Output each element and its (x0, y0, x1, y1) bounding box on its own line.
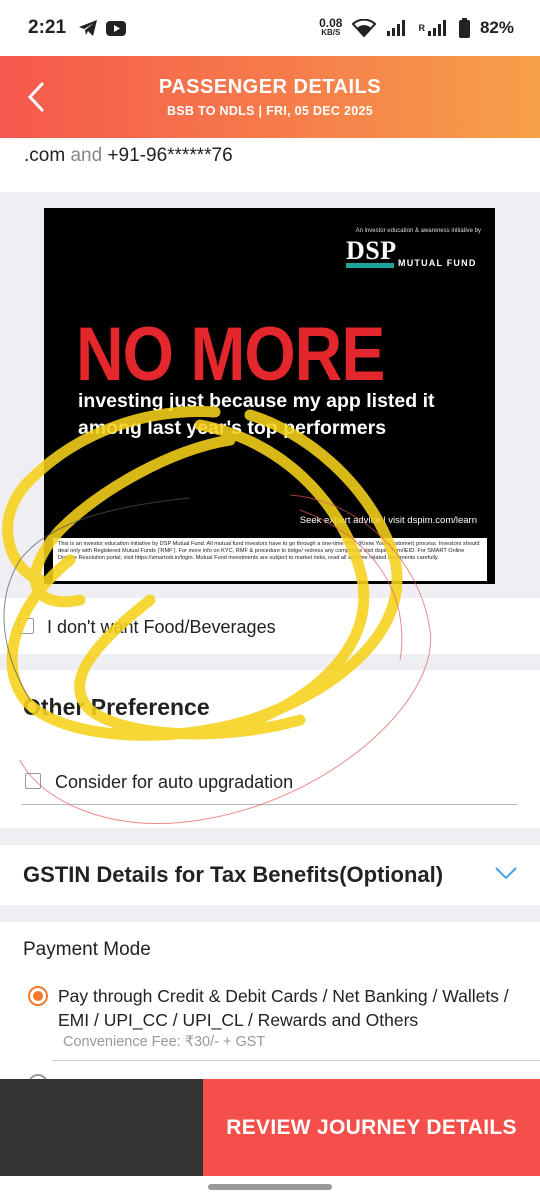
contact-line: .com and +91-96******76 (24, 145, 233, 167)
notification-icons (78, 19, 127, 37)
dsp-logo-sub: MUTUAL FUND (398, 258, 477, 268)
youtube-icon (106, 20, 127, 36)
email-suffix: .com (24, 145, 66, 166)
other-preference-card: Other Preference Consider for auto upgra… (0, 670, 540, 828)
bottom-action-bar: REVIEW JOURNEY DETAILS (0, 1079, 540, 1176)
net-speed-unit: KB/S (321, 28, 341, 37)
payment-option-radio[interactable] (28, 986, 48, 1006)
gesture-nav-bar (0, 1176, 540, 1200)
auto-upgrade-checkbox[interactable] (25, 773, 41, 789)
status-indicators: 0.08 KB/S R 82% (319, 0, 514, 56)
food-checkbox[interactable] (18, 618, 34, 634)
roaming-indicator: R (418, 23, 425, 33)
home-indicator[interactable] (208, 1184, 332, 1190)
app-header: PASSENGER DETAILS BSB TO NDLS | FRI, 05 … (0, 56, 540, 138)
telegram-icon (79, 20, 98, 36)
status-time: 2:21 (28, 17, 67, 38)
review-journey-button[interactable]: REVIEW JOURNEY DETAILS (203, 1079, 540, 1176)
divider (22, 804, 518, 805)
gstin-accordion[interactable]: GSTIN Details for Tax Benefits(Optional) (0, 845, 540, 905)
payment-mode-title: Payment Mode (23, 939, 151, 960)
contact-info: .com and +91-96******76 (0, 138, 540, 192)
auto-upgrade-label[interactable]: Consider for auto upgradation (55, 772, 293, 793)
food-checkbox-label[interactable]: I don't want Food/Beverages (47, 617, 276, 638)
signal-icon (387, 20, 406, 36)
divider (52, 1060, 540, 1061)
battery-level: 82% (479, 18, 514, 37)
network-speed: 0.08 KB/S (319, 16, 343, 37)
convenience-fee: Convenience Fee: ₹30/- + GST (63, 1034, 266, 1050)
chevron-down-icon[interactable] (494, 865, 518, 881)
signal-2-icon (427, 20, 446, 36)
dsp-logo-bar (346, 263, 394, 268)
page-title: PASSENGER DETAILS (158, 76, 382, 98)
journey-subtitle: BSB TO NDLS | FRI, 05 DEC 2025 (166, 104, 374, 118)
payment-option-label[interactable]: Pay through Credit & Debit Cards / Net B… (58, 984, 518, 1032)
and-word: and (70, 145, 103, 166)
gstin-title: GSTIN Details for Tax Benefits(Optional) (23, 862, 444, 887)
ad-disclaimer: This is an investor education initiative… (53, 538, 487, 581)
food-preference-card: I don't want Food/Beverages (0, 598, 540, 654)
ad-advice: Seek expert advice | visit dspim.com/lea… (299, 515, 477, 526)
status-bar: 2:21 0.08 KB/S R 82% (0, 0, 540, 56)
ad-body: investing just because my app listed it … (78, 390, 435, 439)
battery-icon (458, 18, 470, 38)
ad-initiative-tag: An investor education & awareness initia… (355, 228, 481, 234)
dsp-ad-banner[interactable]: An investor education & awareness initia… (44, 208, 495, 584)
wifi-icon (352, 19, 377, 37)
other-preference-title: Other Preference (23, 694, 210, 720)
screen: { "status_bar": { "time": "2:21", "net_s… (0, 0, 540, 1200)
ad-headline: NO MORE (76, 311, 385, 397)
dsp-logo: DSP (346, 236, 397, 265)
net-speed-value: 0.08 (319, 16, 343, 30)
phone-number: +91-96******76 (107, 145, 233, 166)
